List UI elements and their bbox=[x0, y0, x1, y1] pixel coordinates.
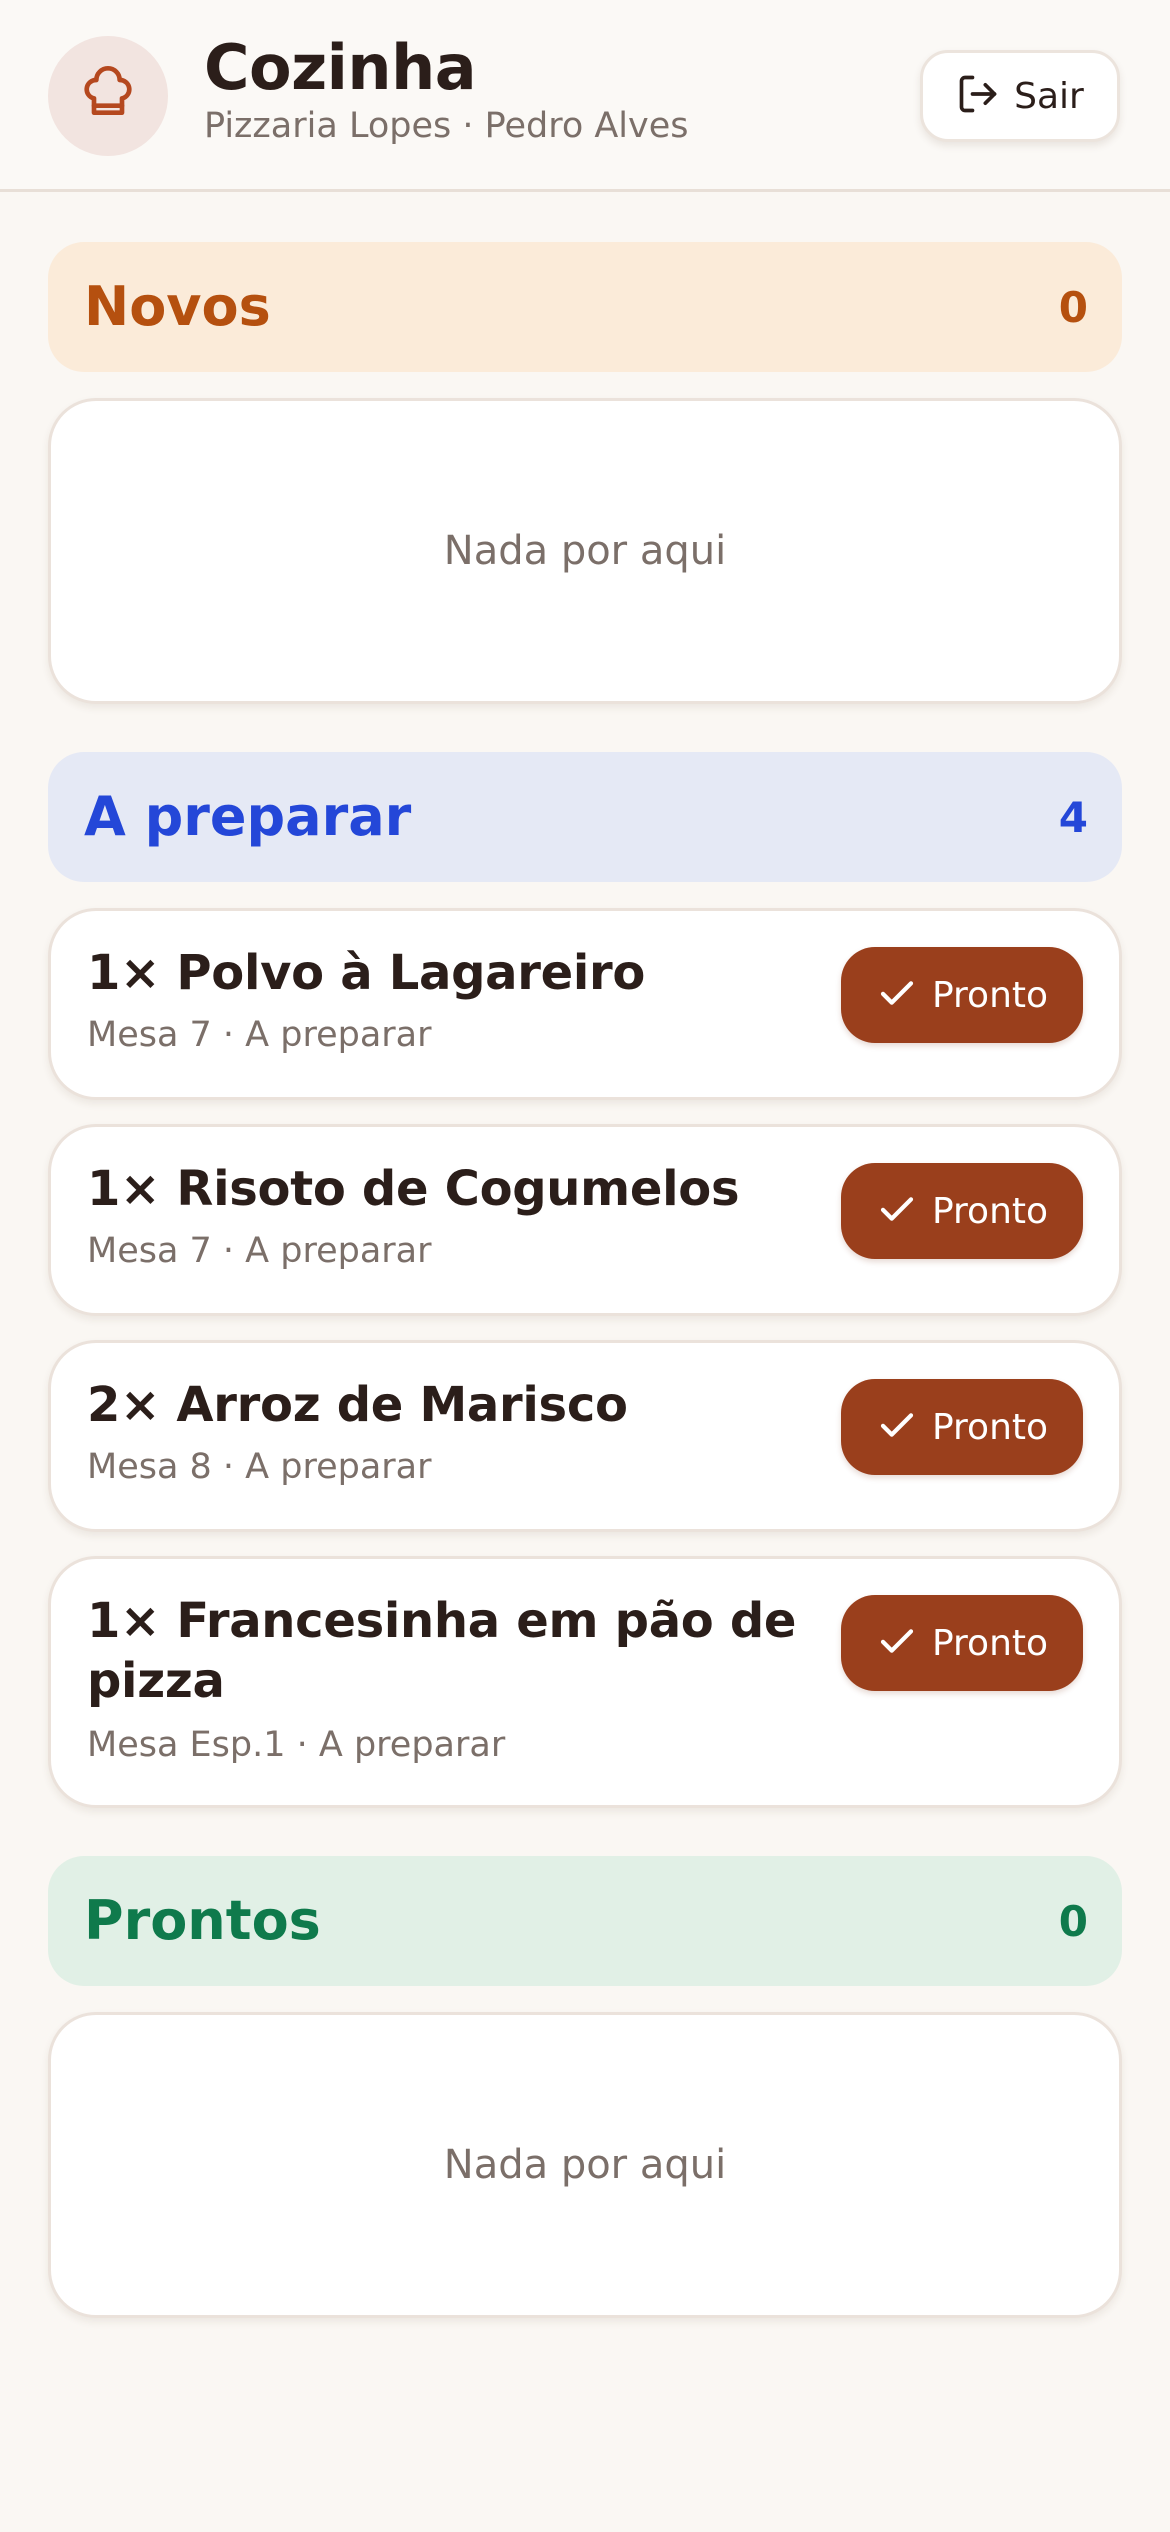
logout-label: Sair bbox=[1014, 75, 1084, 117]
order-meta: Mesa 7 · A preparar bbox=[87, 1015, 432, 1055]
order-meta: Mesa 8 · A preparar bbox=[87, 1447, 432, 1487]
section-title-preparar: A preparar bbox=[84, 785, 412, 848]
empty-text-novos: Nada por aqui bbox=[443, 528, 727, 574]
check-icon bbox=[876, 1620, 918, 1666]
order-name: 1× Polvo à Lagareiro bbox=[87, 945, 646, 1001]
section-title-novos: Novos bbox=[84, 275, 271, 338]
order-card: 1× Polvo à Lagareiro Mesa 7 · A preparar… bbox=[48, 908, 1122, 1100]
ready-button[interactable]: Pronto bbox=[841, 1163, 1083, 1259]
empty-text-prontos: Nada por aqui bbox=[443, 2142, 727, 2188]
order-meta: Mesa 7 · A preparar bbox=[87, 1231, 432, 1271]
order-meta: Mesa Esp.1 · A preparar bbox=[87, 1725, 506, 1765]
ready-label: Pronto bbox=[931, 1406, 1049, 1448]
section-count-preparar: 4 bbox=[1058, 793, 1088, 842]
order-name: 2× Arroz de Marisco bbox=[87, 1377, 628, 1433]
section-header-novos: Novos 0 bbox=[48, 242, 1122, 372]
order-card: 2× Arroz de Marisco Mesa 8 · A preparar … bbox=[48, 1340, 1122, 1532]
order-card: 1× Risoto de Cogumelos Mesa 7 · A prepar… bbox=[48, 1124, 1122, 1316]
order-name: 1× Francesinha em pão de pizza bbox=[87, 1593, 797, 1709]
section-count-prontos: 0 bbox=[1058, 1897, 1088, 1946]
ready-button[interactable]: Pronto bbox=[841, 947, 1083, 1043]
page-title: Cozinha bbox=[204, 31, 477, 104]
order-name: 1× Risoto de Cogumelos bbox=[87, 1161, 740, 1217]
ready-label: Pronto bbox=[931, 974, 1049, 1016]
check-icon bbox=[876, 972, 918, 1018]
section-count-novos: 0 bbox=[1058, 283, 1088, 332]
section-header-preparar: A preparar 4 bbox=[48, 752, 1122, 882]
check-icon bbox=[876, 1188, 918, 1234]
app-header: Cozinha Pizzaria Lopes · Pedro Alves Sai… bbox=[0, 0, 1170, 192]
ready-label: Pronto bbox=[931, 1190, 1049, 1232]
ready-label: Pronto bbox=[931, 1622, 1049, 1664]
ready-button[interactable]: Pronto bbox=[841, 1379, 1083, 1475]
chef-hat-icon bbox=[80, 66, 136, 126]
check-icon bbox=[876, 1404, 918, 1450]
empty-card-novos: Nada por aqui bbox=[48, 398, 1122, 704]
order-card: 1× Francesinha em pão de pizza Mesa Esp.… bbox=[48, 1556, 1122, 1808]
section-header-prontos: Prontos 0 bbox=[48, 1856, 1122, 1986]
logout-icon bbox=[956, 72, 1000, 120]
page-subtitle: Pizzaria Lopes · Pedro Alves bbox=[204, 106, 689, 146]
ready-button[interactable]: Pronto bbox=[841, 1595, 1083, 1691]
empty-card-prontos: Nada por aqui bbox=[48, 2012, 1122, 2318]
logout-button[interactable]: Sair bbox=[920, 50, 1120, 142]
section-title-prontos: Prontos bbox=[84, 1889, 321, 1952]
avatar bbox=[48, 36, 168, 156]
